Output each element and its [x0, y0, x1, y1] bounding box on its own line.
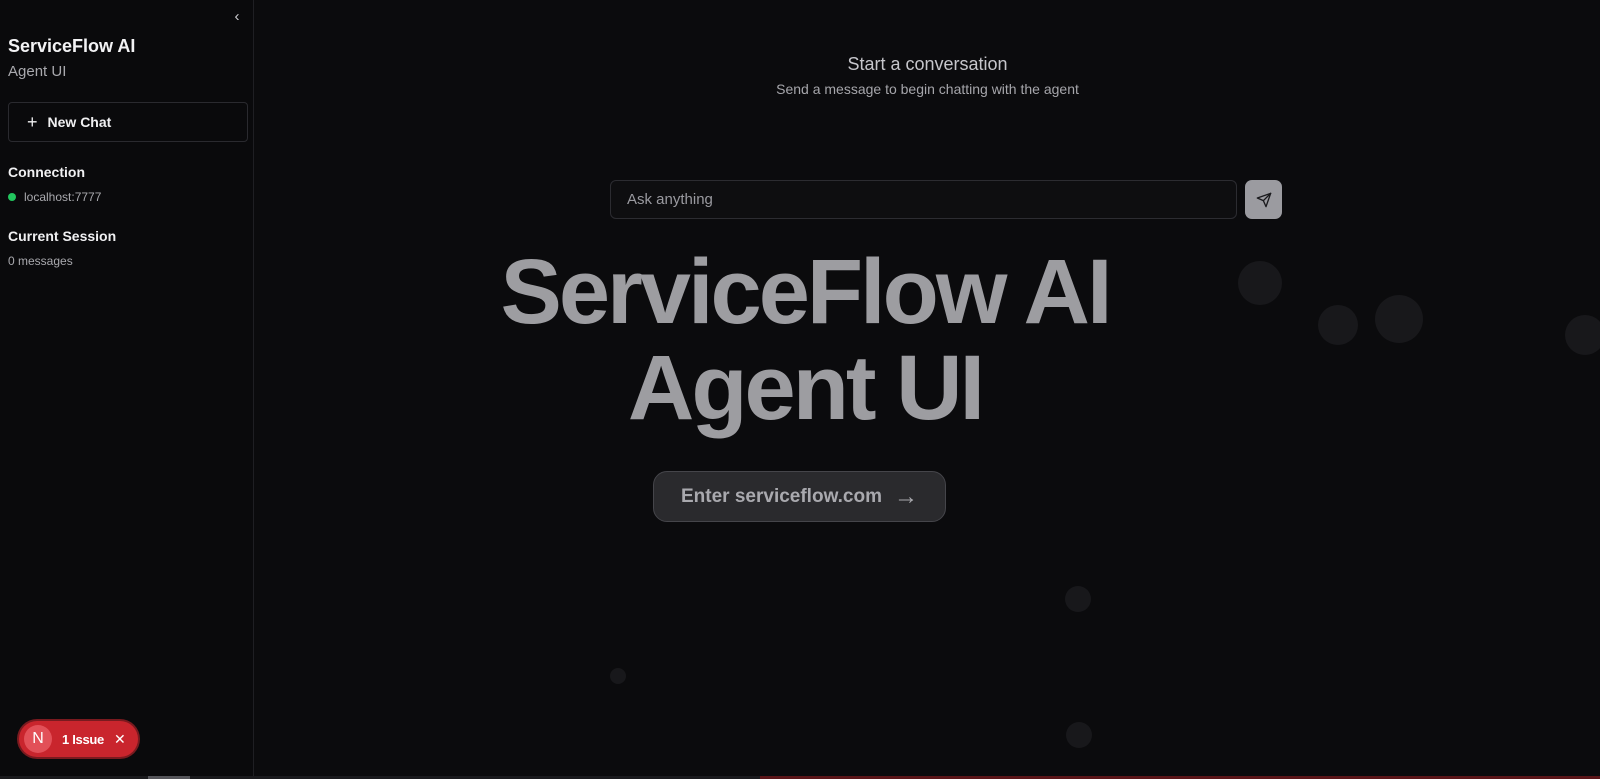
session-title: Current Session [8, 228, 117, 244]
hero-heading: ServiceFlow AI Agent UI [255, 244, 1355, 436]
brand-subtitle: Agent UI [8, 63, 67, 80]
status-dot-icon [8, 193, 16, 201]
new-chat-label: New Chat [47, 114, 112, 130]
sidebar: ‹ ServiceFlow AI Agent UI + New Chat Con… [0, 0, 254, 779]
nextjs-logo-icon: N [24, 725, 52, 753]
enter-site-label: Enter serviceflow.com [681, 485, 882, 507]
main-panel: Start a conversation Send a message to b… [255, 0, 1600, 779]
send-icon [1256, 192, 1271, 207]
issue-badge[interactable]: N 1 Issue ✕ [19, 721, 138, 757]
empty-state-subtitle: Send a message to begin chatting with th… [776, 81, 1079, 97]
enter-site-button[interactable]: Enter serviceflow.com → [653, 471, 946, 522]
chevron-left-icon[interactable]: ‹ [228, 6, 246, 26]
empty-state-title: Start a conversation [847, 54, 1008, 74]
background-decoration [1565, 315, 1600, 355]
close-icon[interactable]: ✕ [114, 731, 126, 748]
new-chat-button[interactable]: + New Chat [8, 102, 248, 142]
issue-label: 1 Issue [62, 731, 104, 747]
connection-host: localhost:7777 [24, 190, 102, 204]
plus-icon: + [27, 112, 38, 132]
background-decoration [1066, 722, 1092, 748]
brand-title: ServiceFlow AI [8, 36, 136, 56]
connection-status: localhost:7777 [8, 190, 101, 204]
connection-title: Connection [8, 164, 85, 180]
session-message-count: 0 messages [8, 254, 73, 268]
chat-input-container [610, 180, 1237, 219]
background-decoration [1065, 586, 1091, 612]
background-decoration [610, 668, 626, 684]
send-button[interactable] [1245, 180, 1282, 219]
arrow-right-icon: → [893, 482, 918, 510]
hero-line-1: ServiceFlow AI [500, 241, 1112, 343]
background-decoration [1375, 295, 1423, 343]
chat-input[interactable] [611, 181, 1236, 218]
hero-line-2: Agent UI [627, 337, 985, 439]
